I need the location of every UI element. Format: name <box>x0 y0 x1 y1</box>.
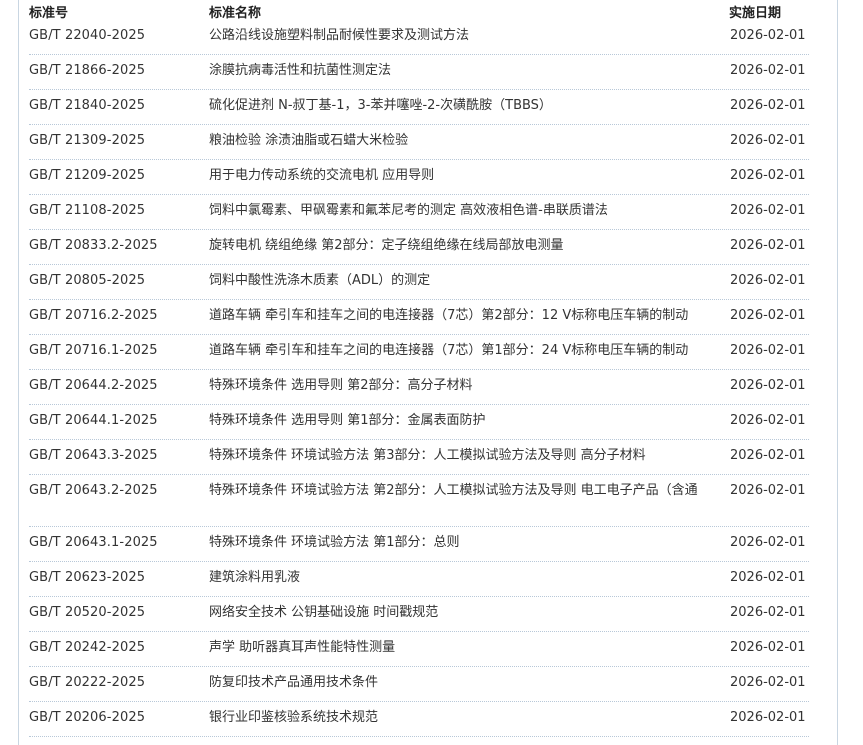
standard-name-link[interactable]: 饲料中氯霉素、甲砜霉素和氟苯尼考的测定 高效液相色谱-串联质谱法 <box>209 198 729 224</box>
table-row: GB/T 20623-2025 建筑涂料用乳液 2026-02-01 <box>29 562 809 597</box>
standard-code: GB/T 20644.1-2025 <box>29 413 158 428</box>
standard-name-link[interactable]: 建筑涂料用乳液 <box>209 565 729 591</box>
implementation-date: 2026-02-01 <box>730 640 806 655</box>
implementation-date: 2026-02-01 <box>730 570 806 585</box>
standard-code: GB/T 21840-2025 <box>29 98 146 113</box>
standard-name-link[interactable]: 用于电力传动系统的交流电机 应用导则 <box>209 163 729 189</box>
implementation-date: 2026-02-01 <box>730 605 806 620</box>
table-row: GB/T 20805-2025 饲料中酸性洗涤木质素（ADL）的测定 2026-02… <box>29 265 809 300</box>
implementation-date: 2026-02-01 <box>730 273 806 288</box>
implementation-date: 2026-02-01 <box>730 535 806 550</box>
standard-code: GB/T 20716.2-2025 <box>29 308 158 323</box>
implementation-date: 2026-02-01 <box>730 710 806 725</box>
table-row: GB/T 20644.2-2025 特殊环境条件 选用导则 第2部分：高分子材料 2… <box>29 370 809 405</box>
standard-code: GB/T 20222-2025 <box>29 675 146 690</box>
standard-name-link[interactable]: 银行业印鉴核验系统技术规范 <box>209 705 729 731</box>
standard-name-link[interactable]: 特殊环境条件 环境试验方法 第1部分：总则 <box>209 530 729 556</box>
standard-name-link[interactable]: 特殊环境条件 环境试验方法 第2部分：人工模拟试验方法及导则 电工电子产品（含通 <box>209 478 729 504</box>
standard-name-link[interactable]: 特殊环境条件 选用导则 第2部分：高分子材料 <box>209 373 729 399</box>
table-row: GB/T 20643.2-2025 特殊环境条件 环境试验方法 第2部分：人工模拟… <box>29 475 809 527</box>
standard-name-link[interactable]: 防复印技术产品通用技术条件 <box>209 670 729 696</box>
standard-name-link[interactable]: 硫化促进剂 N-叔丁基-1，3-苯并噻唑-2-次磺酰胺（TBBS） <box>209 93 729 119</box>
standard-name-link[interactable]: 涂膜抗病毒活性和抗菌性测定法 <box>209 58 729 84</box>
column-header-name: 标准名称 <box>209 6 262 21</box>
implementation-date: 2026-02-01 <box>730 308 806 323</box>
standard-code: GB/T 20242-2025 <box>29 640 146 655</box>
table-row: GB/T 20206-2025 银行业印鉴核验系统技术规范 2026-02-01 <box>29 702 809 737</box>
implementation-date: 2026-02-01 <box>730 238 806 253</box>
implementation-date: 2026-02-01 <box>730 378 806 393</box>
table-row: GB/T 21209-2025 用于电力传动系统的交流电机 应用导则 2026-02… <box>29 160 809 195</box>
standard-code: GB/T 20644.2-2025 <box>29 378 158 393</box>
standard-code: GB/T 20805-2025 <box>29 273 146 288</box>
table-row: GB/T 22040-2025 公路沿线设施塑料制品耐候性要求及测试方法 2026-… <box>29 20 809 55</box>
standard-code: GB/T 21866-2025 <box>29 63 146 78</box>
standard-name-link[interactable]: 公路沿线设施塑料制品耐候性要求及测试方法 <box>209 23 729 49</box>
standard-code: GB/T 20206-2025 <box>29 710 146 725</box>
standard-name-link[interactable]: 道路车辆 牵引车和挂车之间的电连接器（7芯）第2部分：12 V标称电压车辆的制动 <box>209 303 729 329</box>
standard-code: GB/T 21209-2025 <box>29 168 146 183</box>
standard-name-link[interactable]: 道路车辆 牵引车和挂车之间的电连接器（7芯）第1部分：24 V标称电压车辆的制动 <box>209 338 729 364</box>
table-row: GB/T 20833.2-2025 旋转电机 绕组绝缘 第2部分：定子绕组绝缘在线… <box>29 230 809 265</box>
standards-table: 标准号 标准名称 实施日期 GB/T 22040-2025 公路沿线设施塑料制品耐… <box>18 0 838 745</box>
table-row: GB/T 20716.2-2025 道路车辆 牵引车和挂车之间的电连接器（7芯）第… <box>29 300 809 335</box>
standard-name-link[interactable]: 特殊环境条件 环境试验方法 第3部分：人工模拟试验方法及导则 高分子材料 <box>209 443 729 469</box>
standard-code: GB/T 21108-2025 <box>29 203 146 218</box>
standard-code: GB/T 20833.2-2025 <box>29 238 158 253</box>
table-row: GB/T 20716.1-2025 道路车辆 牵引车和挂车之间的电连接器（7芯）第… <box>29 335 809 370</box>
implementation-date: 2026-02-01 <box>730 63 806 78</box>
table-header: 标准号 标准名称 实施日期 <box>29 0 829 21</box>
standard-name-link[interactable]: 特殊环境条件 选用导则 第1部分：金属表面防护 <box>209 408 729 434</box>
implementation-date: 2026-02-01 <box>730 203 806 218</box>
table-row: GB/T 20644.1-2025 特殊环境条件 选用导则 第1部分：金属表面防护… <box>29 405 809 440</box>
standard-name-link[interactable]: 旋转电机 绕组绝缘 第2部分：定子绕组绝缘在线局部放电测量 <box>209 233 729 259</box>
standard-code: GB/T 20643.3-2025 <box>29 448 158 463</box>
implementation-date: 2026-02-01 <box>730 343 806 358</box>
table-row: GB/T 21309-2025 粮油检验 涂渍油脂或石蜡大米检验 2026-02-0… <box>29 125 809 160</box>
standard-name-link[interactable]: 声学 助听器真耳声性能特性测量 <box>209 635 729 661</box>
table-row: GB/T 20643.1-2025 特殊环境条件 环境试验方法 第1部分：总则 20… <box>29 527 809 562</box>
table-row: GB/T 21840-2025 硫化促进剂 N-叔丁基-1，3-苯并噻唑-2-次磺… <box>29 90 809 125</box>
implementation-date: 2026-02-01 <box>730 133 806 148</box>
standard-name-link[interactable]: 粮油检验 涂渍油脂或石蜡大米检验 <box>209 128 729 154</box>
column-header-date: 实施日期 <box>729 6 782 21</box>
standard-code: GB/T 20716.1-2025 <box>29 343 158 358</box>
column-header-code: 标准号 <box>29 6 69 21</box>
table-body: GB/T 22040-2025 公路沿线设施塑料制品耐候性要求及测试方法 2026-… <box>29 20 809 737</box>
standard-name-link[interactable]: 网络安全技术 公钥基础设施 时间戳规范 <box>209 600 729 626</box>
table-row: GB/T 21108-2025 饲料中氯霉素、甲砜霉素和氟苯尼考的测定 高效液相色… <box>29 195 809 230</box>
standard-name-link[interactable]: 饲料中酸性洗涤木质素（ADL）的测定 <box>209 268 729 294</box>
implementation-date: 2026-02-01 <box>730 28 806 43</box>
implementation-date: 2026-02-01 <box>730 98 806 113</box>
standard-code: GB/T 21309-2025 <box>29 133 146 148</box>
table-row: GB/T 20643.3-2025 特殊环境条件 环境试验方法 第3部分：人工模拟… <box>29 440 809 475</box>
standard-code: GB/T 20623-2025 <box>29 570 146 585</box>
implementation-date: 2026-02-01 <box>730 483 806 498</box>
table-row: GB/T 20520-2025 网络安全技术 公钥基础设施 时间戳规范 2026-0… <box>29 597 809 632</box>
table-row: GB/T 21866-2025 涂膜抗病毒活性和抗菌性测定法 2026-02-01 <box>29 55 809 90</box>
standard-code: GB/T 20520-2025 <box>29 605 146 620</box>
implementation-date: 2026-02-01 <box>730 413 806 428</box>
table-row: GB/T 20242-2025 声学 助听器真耳声性能特性测量 2026-02-01 <box>29 632 809 667</box>
implementation-date: 2026-02-01 <box>730 448 806 463</box>
standard-code: GB/T 22040-2025 <box>29 28 146 43</box>
standard-code: GB/T 20643.1-2025 <box>29 535 158 550</box>
table-row: GB/T 20222-2025 防复印技术产品通用技术条件 2026-02-01 <box>29 667 809 702</box>
standard-code: GB/T 20643.2-2025 <box>29 483 158 498</box>
implementation-date: 2026-02-01 <box>730 675 806 690</box>
implementation-date: 2026-02-01 <box>730 168 806 183</box>
